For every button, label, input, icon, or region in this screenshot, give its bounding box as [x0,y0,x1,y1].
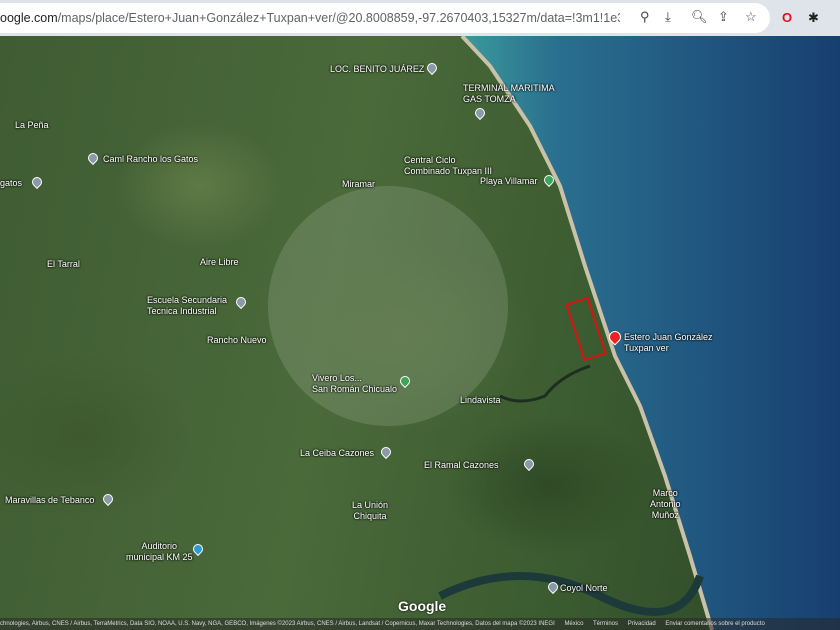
footer-link-country[interactable]: México [564,621,583,627]
opera-icon[interactable]: O [782,9,792,27]
place-label[interactable]: Auditorio municipal KM 25 [126,541,193,563]
browser-toolbar: oogle.com/maps/place/Estero+Juan+Gonzále… [0,0,840,36]
google-logo: Google [398,598,447,614]
place-label[interactable]: Miramar [342,179,375,190]
location-icon[interactable]: ⚲ [640,8,650,26]
footer-link-terms[interactable]: Términos [593,621,618,627]
selected-place-label[interactable]: Estero Juan González Tuxpan ver [624,332,713,354]
place-label[interactable]: La Unión Chiquita [352,500,388,522]
place-label[interactable]: La Peña [15,120,49,131]
url-host: oogle.com [0,11,58,25]
place-label[interactable]: LOC. BENITO JUÁREZ [330,64,424,75]
place-label[interactable]: gatos [0,178,22,189]
place-label[interactable]: Caml Rancho los Gatos [103,154,198,165]
share-icon[interactable]: ⇪ [718,8,729,26]
extensions-icon[interactable]: ✱ [808,9,819,27]
bookmark-star-icon[interactable]: ☆ [745,8,757,26]
footer-link-feedback[interactable]: Enviar comentarios sobre el producto [665,621,764,627]
place-label[interactable]: Marco Antonio Muñoz [650,488,681,521]
place-label[interactable]: Rancho Nuevo [207,335,267,346]
place-label[interactable]: Escuela Secundaria Tecnica Industrial [147,295,227,317]
place-label[interactable]: Central Ciclo Combinado Tuxpan III [404,155,492,177]
place-label[interactable]: TERMINAL MARITIMA GAS TOMZA [463,83,555,105]
url-path: /maps/place/Estero+Juan+González+Tuxpan+… [57,11,620,25]
place-label[interactable]: El Tarral [47,259,80,270]
footer-link-privacy[interactable]: Privacidad [628,621,656,627]
attribution-text: chnologies, Airbus, CNES / Airbus, Terra… [0,621,555,627]
place-label[interactable]: Playa Villamar [480,176,537,187]
place-label[interactable]: Vivero Los... San Román Chicualo [312,373,397,395]
place-label[interactable]: El Ramal Cazones [424,460,499,471]
address-bar[interactable]: oogle.com/maps/place/Estero+Juan+Gonzále… [0,3,770,33]
zoom-icon[interactable]: 🔍︎ [691,8,708,26]
url-text[interactable]: oogle.com/maps/place/Estero+Juan+Gonzále… [0,11,620,25]
satellite-map[interactable]: Estero Juan González Tuxpan ver LOC. BENI… [0,36,840,630]
place-label[interactable]: Maravillas de Tebanco [5,495,94,506]
install-icon[interactable]: ⤓ [665,8,671,26]
place-label[interactable]: Aire Libre [200,257,239,268]
place-label[interactable]: La Ceiba Cazones [300,448,374,459]
map-attribution: chnologies, Airbus, CNES / Airbus, Terra… [0,618,840,630]
place-label[interactable]: Coyol Norte [560,583,608,594]
place-label[interactable]: Lindavista [460,395,501,406]
